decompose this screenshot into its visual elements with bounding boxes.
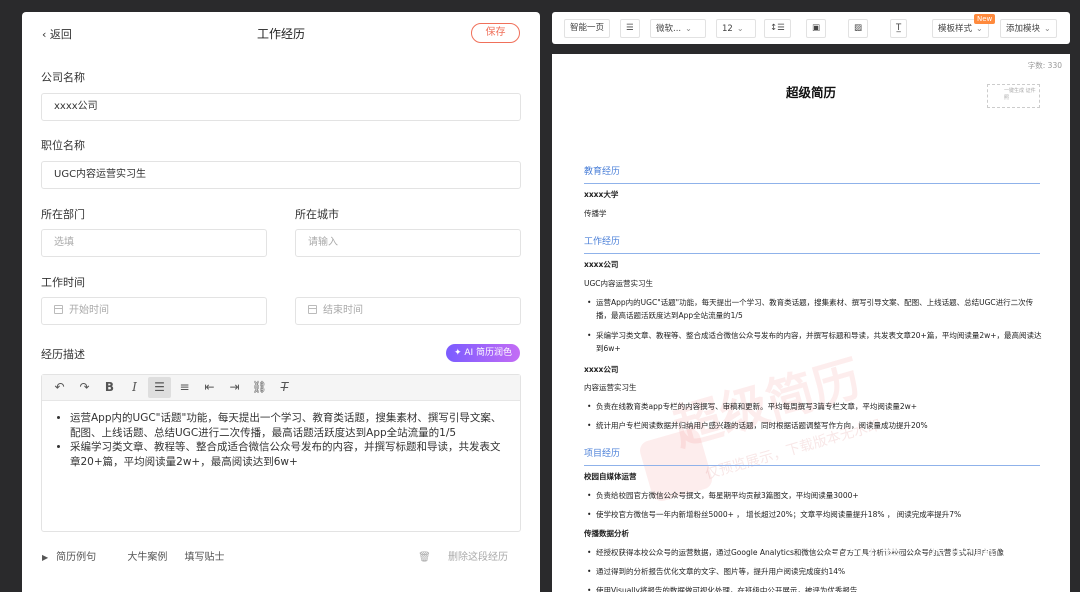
description-label: 经历描述: [41, 348, 85, 361]
page-title: 工作经历: [256, 27, 305, 41]
preview-toolbar: 智能一页 ☰ 微软... 12 ↕☰ ▣ ▨ T̲ 模板样式 New 添加模块: [552, 12, 1070, 44]
line-height-icon[interactable]: ↕☰: [764, 19, 791, 38]
editor-toolbar: ↶ ↷ B I ☰ ≡ ⇤ ⇥ ⛓ T̶: [42, 375, 520, 401]
outdent-icon[interactable]: ⇤: [198, 377, 221, 398]
delete-entry-button[interactable]: 🗑 删除这段经历: [418, 548, 522, 563]
work-role: 内容运营实习生: [584, 383, 637, 392]
panel-header: ‹ 返回 工作经历 保存: [22, 12, 540, 54]
ai-polish-button[interactable]: ✦ AI 简历润色: [446, 344, 520, 362]
editor-bullet: 运营App内的UGC"话题"功能，每天提出一个学习、教育类话题，搜集素材、撰写引…: [70, 411, 504, 440]
cases-link[interactable]: 大牛案例: [127, 552, 167, 563]
department-label: 所在部门: [41, 208, 85, 221]
word-count: 字数: 330: [1027, 61, 1062, 70]
section-heading-education: 教育经历: [584, 164, 1040, 184]
section-heading-projects: 项目经历: [584, 446, 1040, 466]
project-name: 校园自媒体运营: [584, 472, 637, 481]
city-label: 所在城市: [295, 208, 339, 221]
editor-content[interactable]: 运营App内的UGC"话题"功能，每天提出一个学习、教育类话题，搜集素材、撰写引…: [42, 401, 520, 469]
start-date-placeholder: 开始时间: [69, 305, 109, 316]
company-input[interactable]: xxxx公司: [41, 93, 521, 121]
brand-separator: ·: [912, 544, 917, 560]
font-size-value: 12: [722, 24, 733, 34]
new-badge: New: [974, 14, 996, 24]
company-label: 公司名称: [41, 71, 85, 84]
work-bullet: 统计用户专栏阅读数据并归纳用户感兴趣的话题，同时根据话题调整写作方向，阅读量成功…: [587, 419, 1042, 432]
city-input[interactable]: 请输入: [295, 229, 521, 257]
department-input[interactable]: 选填: [41, 229, 267, 257]
position-label: 职位名称: [41, 139, 85, 152]
brand-left: 公众号: [828, 538, 907, 568]
school-name: xxxx大学: [584, 190, 619, 199]
project-bullet: 使学校官方微信号一年内新增粉丝5000+ ， 增长超过20%；文章平均阅读量提升…: [587, 508, 1042, 521]
project-bullet: 使用Visually将报告的数据做可视化处理，在班级中公开展示，被评为优秀报告: [587, 584, 1042, 592]
work-time-label: 工作时间: [41, 276, 85, 289]
work-company: xxxx公司: [584, 260, 619, 269]
link-icon[interactable]: ⛓: [248, 377, 271, 398]
add-module-label: 添加模块: [1006, 24, 1041, 34]
start-date-input[interactable]: 开始时间: [41, 297, 267, 325]
sparkle-icon: ✦: [453, 348, 462, 358]
work-bullet: 负责在线教育类app专栏的内容撰写、审稿和更新。平均每周撰写3篇专栏文章，平均阅…: [587, 400, 1042, 413]
major: 传播学: [584, 209, 607, 218]
work-bullet: 运营App内的UGC"话题"功能，每天提出一个学习、教育类话题，搜集素材、撰写引…: [587, 296, 1042, 322]
project-name: 传播数据分析: [584, 529, 629, 538]
work-role: UGC内容运营实习生: [584, 279, 654, 288]
position-input[interactable]: UGC内容运营实习生: [41, 161, 521, 189]
ai-polish-label: AI 简历润色: [464, 348, 513, 358]
font-select[interactable]: 微软...: [650, 19, 706, 38]
tips-link[interactable]: 填写贴士: [185, 552, 225, 563]
undo-icon[interactable]: ↶: [48, 377, 71, 398]
work-company: xxxx公司: [584, 365, 619, 374]
font-size-select[interactable]: 12: [716, 19, 756, 38]
bullet-list-icon[interactable]: ☰: [148, 377, 171, 398]
end-date-placeholder: 结束时间: [323, 305, 363, 316]
examples-link[interactable]: ▶ 简历例句: [42, 552, 110, 563]
calendar-icon: [54, 305, 63, 314]
indent-icon[interactable]: ⇥: [223, 377, 246, 398]
bold-icon[interactable]: B: [98, 377, 121, 398]
numbered-list-icon[interactable]: ≡: [173, 377, 196, 398]
edit-panel: ‹ 返回 工作经历 保存 公司名称 xxxx公司 职位名称 UGC内容运营实习生…: [22, 12, 540, 592]
calendar-icon: [308, 305, 317, 314]
caret-right-icon: ▶: [42, 553, 49, 562]
save-button[interactable]: 保存: [471, 23, 520, 43]
smart-page-button[interactable]: 智能一页: [564, 19, 611, 38]
add-module-select[interactable]: 添加模块: [1000, 19, 1057, 38]
redo-icon[interactable]: ↷: [73, 377, 96, 398]
examples-label: 简历例句: [56, 552, 97, 563]
preview-panel: 智能一页 ☰ 微软... 12 ↕☰ ▣ ▨ T̲ 模板样式 New 添加模块 …: [552, 12, 1070, 592]
font-value: 微软...: [656, 24, 682, 34]
theme-color-icon[interactable]: ▨: [848, 19, 869, 38]
resume-preview: 字数: 330 超级简历 一键生成 证件照 超级简历 仅预览展示，下载版本无水印…: [552, 54, 1070, 592]
overlay-brand: 公众号 · 入职啦: [828, 532, 1000, 569]
brand-right: 入职啦: [922, 538, 1001, 568]
photo-placeholder[interactable]: 一键生成 证件照: [987, 84, 1040, 108]
end-date-input[interactable]: 结束时间: [295, 297, 521, 325]
section-heading-work: 工作经历: [584, 234, 1040, 254]
clear-format-icon[interactable]: T̶: [273, 377, 296, 398]
margin-icon[interactable]: ▣: [806, 19, 827, 38]
italic-icon[interactable]: I: [123, 377, 146, 398]
editor-footer: ▶ 简历例句 大牛案例 填写贴士 🗑 删除这段经历: [42, 548, 522, 563]
project-bullet: 负责给校园官方微信公众号撰文，每星期平均贡献3篇图文，平均阅读量3000+: [587, 489, 1042, 502]
editor-bullet: 采编学习类文章、教程等、整合成适合微信公众号发布的内容，并撰写标题和导读，共发表…: [70, 440, 504, 469]
template-style-label: 模板样式: [938, 24, 973, 34]
align-icon[interactable]: ☰: [620, 19, 640, 38]
delete-label: 删除这段经历: [448, 552, 508, 563]
rich-text-editor[interactable]: ↶ ↷ B I ☰ ≡ ⇤ ⇥ ⛓ T̶ 运营App内的UGC"话题"功能，每天…: [41, 374, 521, 532]
trash-icon: 🗑: [418, 552, 431, 563]
work-bullet: 采编学习类文章、教程等、整合成适合微信公众号发布的内容，并撰写标题和导读，共发表…: [587, 329, 1042, 355]
title-style-icon[interactable]: T̲: [890, 19, 908, 38]
